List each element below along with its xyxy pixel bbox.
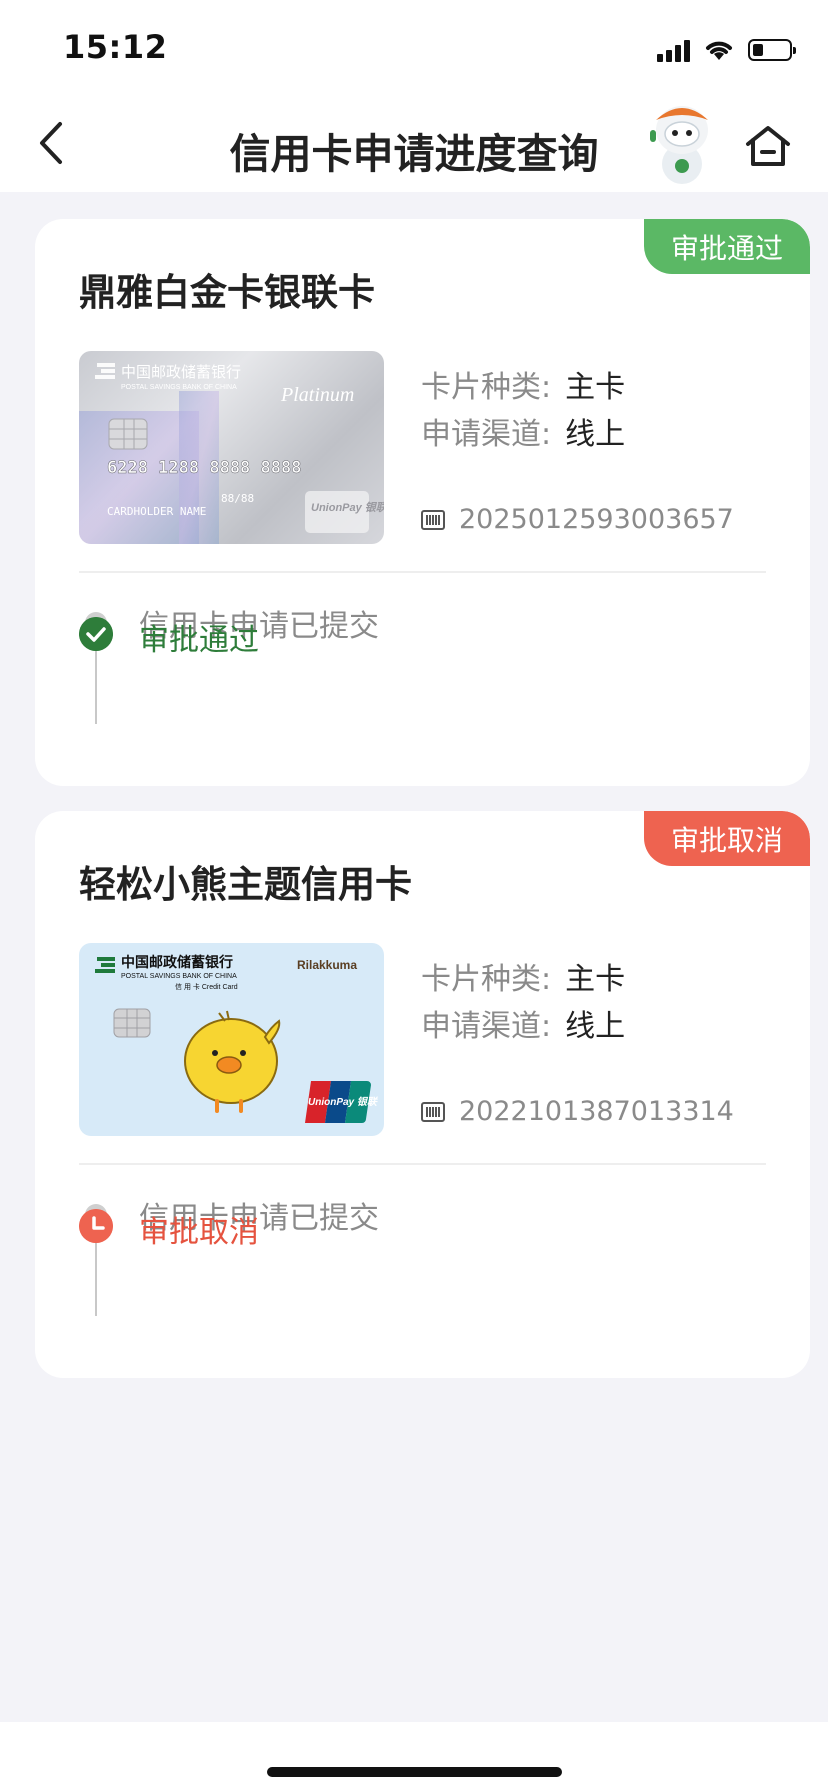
divider xyxy=(79,1163,766,1165)
bank-name-text: 中国邮政储蓄银行 xyxy=(121,364,241,381)
status-badge: 审批通过 xyxy=(644,219,810,274)
bottom-bar xyxy=(0,1722,828,1792)
card-image: 中国邮政储蓄银行 POSTAL SAVINGS BANK OF CHINA Pl… xyxy=(79,351,384,544)
channel-label: 申请渠道: xyxy=(421,1009,552,1044)
home-icon[interactable] xyxy=(742,120,794,172)
network-text: UnionPay 银联 xyxy=(311,501,384,514)
check-circle-icon xyxy=(79,617,113,651)
channel-value: 线上 xyxy=(565,1009,626,1044)
status-badge: 审批取消 xyxy=(644,811,810,866)
application-card[interactable]: 审批取消 轻松小熊主题信用卡 中国邮政储蓄银行 POSTAL SAVINGS B… xyxy=(35,811,810,1378)
card-name: 轻松小熊主题信用卡 xyxy=(79,863,412,906)
wifi-icon xyxy=(706,41,732,60)
divider xyxy=(79,571,766,573)
signal-icon xyxy=(657,38,690,62)
cardholder-text: CARDHOLDER NAME xyxy=(107,505,206,518)
card-image: 中国邮政储蓄银行 POSTAL SAVINGS BANK OF CHINA 信 … xyxy=(79,943,384,1136)
card-type-label: 卡片种类: xyxy=(421,370,552,405)
timeline-step-result: 审批通过 xyxy=(139,623,259,658)
bank-name-text: 中国邮政储蓄银行 xyxy=(121,954,233,970)
card-type-value: 主卡 xyxy=(565,370,626,405)
card-number-text: 6228 1288 8888 8888 xyxy=(107,458,301,478)
card-type-row: 卡片种类: 主卡 xyxy=(421,954,625,998)
card-type-row: 卡片种类: 主卡 xyxy=(421,362,625,406)
application-number: 2022101387013314 xyxy=(459,1096,734,1127)
timeline-step-result: 审批取消 xyxy=(139,1215,259,1250)
card-tier-text: Platinum xyxy=(280,384,354,406)
home-indicator[interactable] xyxy=(267,1767,562,1777)
network-text: UnionPay 银联 xyxy=(308,1096,379,1108)
application-card[interactable]: 审批通过 鼎雅白金卡银联卡 中国邮政储蓄银行 POSTAL SAVINGS BA… xyxy=(35,219,810,786)
channel-row: 申请渠道: 线上 xyxy=(421,1001,625,1045)
channel-value: 线上 xyxy=(565,417,626,452)
application-number-row: 2025012593003657 xyxy=(421,504,734,535)
battery-icon xyxy=(748,39,796,61)
card-expiry-text: 88/88 xyxy=(221,492,254,505)
clock-icon xyxy=(79,1209,113,1243)
card-type-label: 卡片种类: xyxy=(421,962,552,997)
brand-text: Rilakkuma xyxy=(297,958,357,972)
top-bar: 15:12 信用卡申请进度查询 xyxy=(0,0,828,192)
application-number-row: 2022101387013314 xyxy=(421,1096,734,1127)
channel-label: 申请渠道: xyxy=(421,417,552,452)
status-icons xyxy=(657,32,796,68)
channel-row: 申请渠道: 线上 xyxy=(421,409,625,453)
card-sub-text: 信 用 卡 Credit Card xyxy=(175,982,238,991)
barcode-icon xyxy=(421,509,445,530)
application-number: 2025012593003657 xyxy=(459,504,734,535)
barcode-icon xyxy=(421,1101,445,1122)
bank-name-en-text: POSTAL SAVINGS BANK OF CHINA xyxy=(121,384,237,391)
mascot-icon[interactable] xyxy=(642,96,722,186)
card-name: 鼎雅白金卡银联卡 xyxy=(79,271,375,314)
card-type-value: 主卡 xyxy=(565,962,626,997)
status-time: 15:12 xyxy=(63,28,168,66)
bank-name-en-text: POSTAL SAVINGS BANK OF CHINA xyxy=(121,973,237,980)
